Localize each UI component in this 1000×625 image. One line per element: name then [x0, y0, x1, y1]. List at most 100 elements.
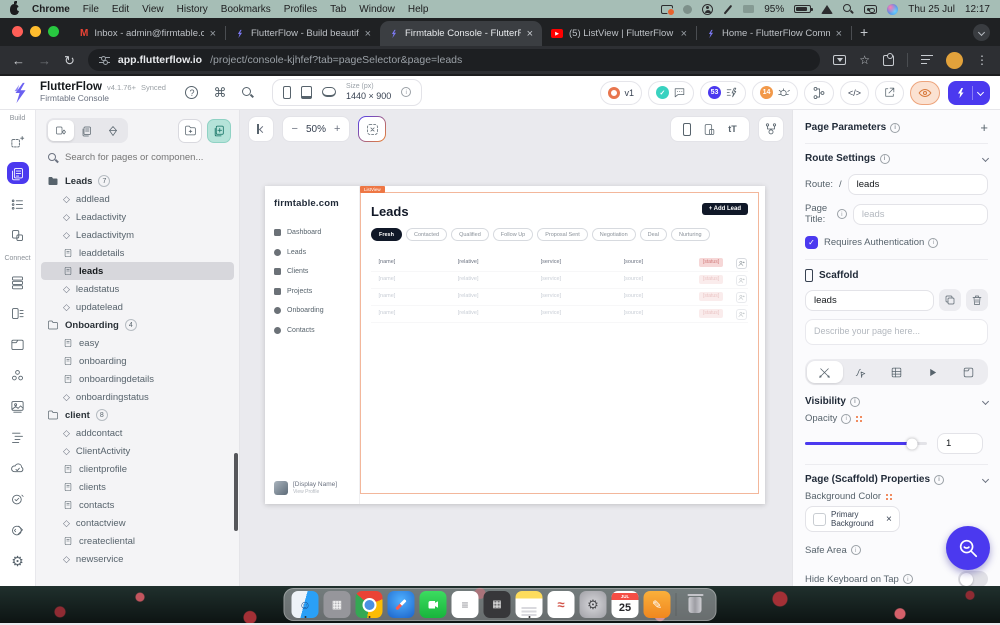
tree-item-updatelead[interactable]: updatelead	[41, 298, 234, 316]
tab-tests[interactable]	[914, 361, 950, 383]
canvas-variables-button[interactable]	[358, 116, 386, 142]
clear-color-icon[interactable]	[886, 514, 892, 525]
rail-database-button[interactable]	[7, 271, 29, 293]
tree-item-easy[interactable]: easy	[41, 334, 234, 352]
rail-add-widget-button[interactable]	[7, 131, 29, 153]
rail-data-types-button[interactable]	[7, 193, 29, 215]
rail-custom-functions-button[interactable]	[7, 426, 29, 448]
tab-documentation[interactable]	[950, 361, 986, 383]
page-description-input[interactable]	[805, 319, 988, 345]
rail-cloud-functions-button[interactable]	[7, 457, 29, 479]
user-switch-icon[interactable]	[702, 3, 714, 15]
rail-integrations-button[interactable]	[7, 364, 29, 386]
tree-folder-onboarding[interactable]: Onboarding 4	[41, 316, 234, 334]
tab-flutterflow-home[interactable]: FlutterFlow - Build beautiful,	[226, 21, 380, 46]
tree-item-createcliental[interactable]: createcliental	[41, 532, 234, 550]
siri-icon[interactable]	[887, 3, 899, 15]
dock-facetime-icon[interactable]	[419, 591, 447, 618]
dock-finder-icon[interactable]	[291, 591, 319, 618]
opacity-value-input[interactable]	[937, 433, 983, 454]
tab-close-icon[interactable]	[527, 28, 533, 40]
tab-backend-query[interactable]	[879, 361, 915, 383]
new-tab-button[interactable]	[860, 24, 868, 40]
apple-menu-icon[interactable]	[10, 0, 21, 15]
tree-item-leadactivity[interactable]: Leadactivity	[41, 208, 234, 226]
tab-pages-and-components[interactable]	[48, 120, 74, 141]
menu-tab[interactable]: Tab	[330, 4, 346, 15]
tree-item-onboardingstatus[interactable]: onboardingstatus	[41, 388, 234, 406]
address-bar[interactable]: app.flutterflow.io/project/console-kjhfe…	[87, 49, 821, 71]
bookmark-star-icon[interactable]	[859, 53, 870, 67]
tree-item-clientprofile[interactable]: clientprofile	[41, 460, 234, 478]
tab-ff-community[interactable]: Home - FlutterFlow Communi	[697, 21, 851, 46]
tree-item-leadstatus[interactable]: leadstatus	[41, 280, 234, 298]
menu-window[interactable]: Window	[359, 4, 395, 15]
browser-menu-icon[interactable]	[976, 53, 988, 67]
set-from-variable-icon[interactable]	[885, 493, 895, 500]
menu-view[interactable]: View	[142, 4, 164, 15]
set-from-variable-icon[interactable]	[855, 415, 865, 422]
tab-actions[interactable]	[807, 361, 843, 383]
widget-tree-button[interactable]	[803, 80, 834, 105]
minimize-window-button[interactable]	[30, 26, 41, 37]
rail-components-button[interactable]	[7, 224, 29, 246]
rail-api-calls-button[interactable]	[7, 488, 29, 510]
tool-icon[interactable]	[723, 4, 733, 14]
page-canvas-preview[interactable]: firmtable.com Dashboard Leads Clients Pr…	[265, 186, 765, 504]
header-search-button[interactable]	[238, 83, 258, 103]
add-folder-button[interactable]	[178, 118, 202, 143]
menu-chrome[interactable]: Chrome	[32, 4, 70, 15]
delete-widget-button[interactable]	[966, 289, 988, 311]
dock-trash-icon[interactable]	[682, 591, 709, 618]
route-input[interactable]	[847, 174, 988, 195]
dock-launchpad-icon[interactable]	[323, 591, 351, 618]
phone-icon[interactable]	[282, 85, 291, 99]
back-button[interactable]	[12, 54, 25, 67]
forward-button[interactable]	[38, 54, 51, 67]
support-search-fab[interactable]	[946, 526, 990, 570]
rail-settings-button[interactable]	[7, 550, 29, 572]
dock-calculator-icon[interactable]	[483, 591, 511, 618]
branch-selector[interactable]: v1	[600, 80, 642, 105]
tree-item-onboardingdetails[interactable]: onboardingdetails	[41, 370, 234, 388]
control-center-icon[interactable]	[864, 4, 878, 14]
tree-item-addlead[interactable]: addlead	[41, 190, 234, 208]
collapse-section-icon[interactable]	[981, 154, 990, 163]
tablet-icon[interactable]	[300, 85, 312, 99]
tree-folder-leads[interactable]: Leads 7	[41, 172, 234, 190]
tree-item-contacts[interactable]: contacts	[41, 496, 234, 514]
spotlight-icon[interactable]	[843, 3, 854, 15]
dock-system-settings-icon[interactable]	[579, 591, 607, 618]
close-window-button[interactable]	[12, 26, 23, 37]
add-parameter-button[interactable]	[980, 120, 988, 135]
canvas-phone-icon[interactable]	[683, 122, 692, 136]
dock-notes-icon[interactable]	[515, 591, 543, 618]
requires-auth-checkbox[interactable]	[805, 236, 818, 249]
collapse-section-icon[interactable]	[981, 475, 990, 484]
collapse-section-icon[interactable]	[981, 397, 990, 406]
dock-chrome-icon[interactable]	[355, 591, 383, 618]
tab-close-icon[interactable]	[681, 28, 687, 40]
copy-widget-button[interactable]	[939, 289, 961, 311]
site-settings-icon[interactable]	[98, 55, 110, 65]
tab-pages[interactable]	[74, 120, 100, 141]
zoom-level[interactable]: 50%	[306, 124, 326, 135]
rail-app-values-button[interactable]	[7, 302, 29, 324]
tab-gmail[interactable]: M Inbox - admin@firmtable.com	[71, 21, 225, 46]
zoom-window-button[interactable]	[48, 26, 59, 37]
menubar-time[interactable]: 12:17	[965, 4, 990, 15]
tab-components[interactable]	[100, 120, 126, 141]
tab-close-icon[interactable]	[365, 28, 371, 40]
dock-pages-icon[interactable]	[643, 591, 671, 618]
background-color-swatch[interactable]: Primary Background	[805, 506, 900, 533]
opacity-slider[interactable]	[805, 438, 927, 449]
zoom-in-button[interactable]	[334, 123, 340, 135]
tab-close-icon[interactable]	[836, 28, 842, 40]
tree-item-newservice[interactable]: newservice	[41, 550, 234, 568]
collapse-panel-button[interactable]	[248, 116, 274, 142]
sidebar-scrollbar[interactable]	[234, 453, 238, 531]
browser-profile-avatar[interactable]	[946, 51, 963, 69]
rail-media-assets-button[interactable]	[7, 395, 29, 417]
selected-listview-widget[interactable]: ListView Leads + Add Lead Fresh Contacte…	[360, 186, 759, 494]
add-page-button[interactable]	[207, 118, 231, 143]
